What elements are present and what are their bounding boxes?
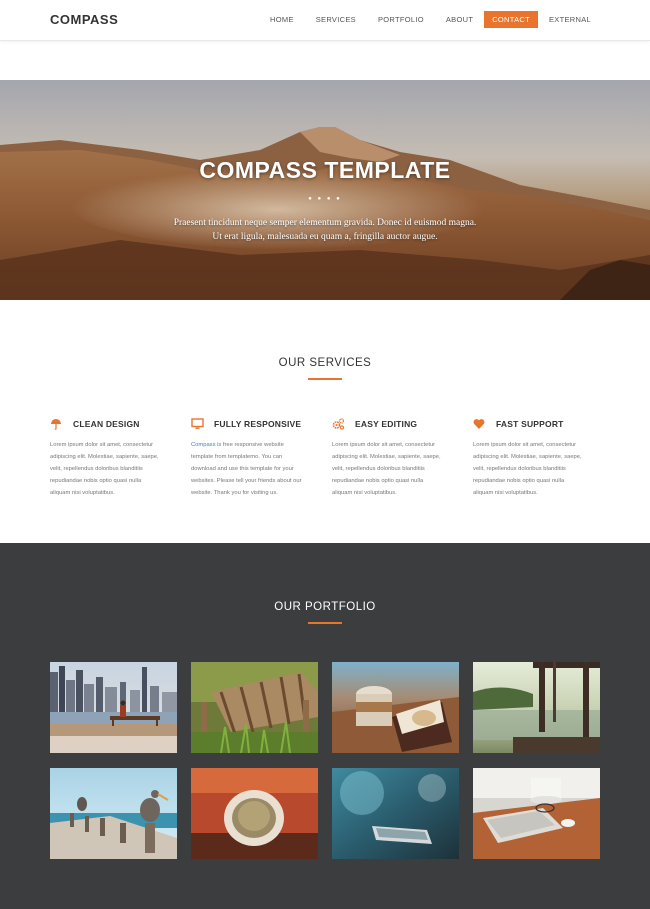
nav-item-services[interactable]: SERVICES (305, 13, 367, 28)
service-title: EASY EDITING (355, 419, 418, 429)
monitor-icon (191, 418, 204, 430)
hero-title: COMPASS TEMPLATE (199, 157, 451, 183)
portfolio-item-pelicans-pier[interactable] (50, 768, 177, 859)
portfolio-item-wooden-bridge[interactable] (191, 662, 318, 753)
top-navbar: COMPASS HOME SERVICES PORTFOLIO ABOUT CO… (0, 0, 650, 41)
hero-background-image (0, 80, 650, 300)
portfolio-item-coffee-cup[interactable] (332, 662, 459, 753)
hero-slide-indicators[interactable]: ● ● ● ● (0, 196, 650, 202)
portfolio-item-laptop-desk[interactable] (473, 768, 600, 859)
nav-item-external[interactable]: EXTERNAL (538, 13, 602, 28)
nav-item-about[interactable]: ABOUT (435, 13, 484, 28)
service-description: Lorem ipsum dolor sit amet, consectetur … (473, 442, 582, 496)
hero-subtitle-line2: Ut erat ligula, malesuada eu quam a, fri… (212, 232, 438, 242)
umbrella-icon (50, 418, 63, 430)
service-description: Compass is free responsive website templ… (191, 442, 302, 496)
service-description: Lorem ipsum dolor sit amet, consectetur … (50, 442, 159, 496)
service-title: FAST SUPPORT (496, 419, 564, 429)
service-easy-editing: EASY EDITING Lorem ipsum dolor sit amet,… (332, 418, 460, 499)
cogs-icon (332, 418, 345, 430)
brand-logo[interactable]: COMPASS (50, 12, 118, 27)
services-heading: OUR SERVICES (278, 357, 372, 369)
compass-link[interactable]: Compass (191, 442, 215, 448)
services-heading-underline (308, 378, 342, 380)
portfolio-item-cactus-cup[interactable] (191, 768, 318, 859)
service-title: FULLY RESPONSIVE (214, 419, 302, 429)
nav-item-contact[interactable]: CONTACT (484, 11, 538, 28)
portfolio-heading-underline (308, 622, 342, 624)
portfolio-item-city-skyline[interactable] (50, 662, 177, 753)
service-description: Lorem ipsum dolor sit amet, consectetur … (332, 442, 441, 496)
portfolio-heading: OUR PORTFOLIO (274, 601, 376, 613)
portfolio-item-smartphone[interactable] (332, 768, 459, 859)
hero-subtitle-line1: Praesent tincidunt neque semper elementu… (173, 218, 477, 228)
heart-icon (473, 418, 486, 430)
portfolio-item-lake-dock[interactable] (473, 662, 600, 753)
service-fast-support: FAST SUPPORT Lorem ipsum dolor sit amet,… (473, 418, 601, 499)
hero-banner (0, 80, 650, 300)
service-clean-design: CLEAN DESIGN Lorem ipsum dolor sit amet,… (50, 418, 178, 499)
service-fully-responsive: FULLY RESPONSIVE Compass is free respons… (191, 418, 319, 499)
nav-item-home[interactable]: HOME (259, 13, 305, 28)
main-menu: HOME SERVICES PORTFOLIO ABOUT CONTACT EX… (259, 11, 602, 28)
nav-item-portfolio[interactable]: PORTFOLIO (367, 13, 435, 28)
service-title: CLEAN DESIGN (73, 419, 140, 429)
